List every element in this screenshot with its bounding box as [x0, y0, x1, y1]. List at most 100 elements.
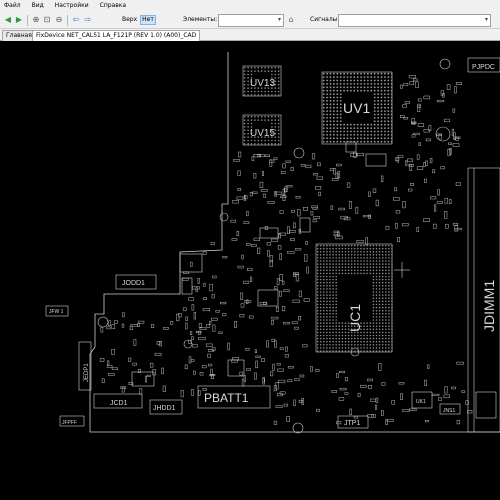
bga-ball: [357, 254, 359, 256]
bga-ball: [384, 137, 386, 140]
bga-ball: [385, 331, 387, 334]
bga-ball: [243, 80, 246, 83]
bga-ball: [343, 123, 345, 126]
bga-ball: [323, 309, 325, 312]
bga-ball: [377, 120, 379, 123]
bga-ball: [388, 322, 390, 324]
bga-ball: [326, 300, 328, 303]
bga-ball: [332, 344, 334, 346]
bga-ball: [277, 139, 280, 142]
bga-ball: [277, 94, 280, 96]
bga-ball: [378, 285, 381, 287]
bga-ball: [372, 285, 375, 287]
bga-ball: [384, 123, 386, 126]
bga-ball: [341, 254, 344, 256]
bga-ball: [388, 328, 390, 331]
bga-ball: [357, 334, 359, 337]
bga-ball: [385, 328, 387, 331]
menu-view[interactable]: Вид: [32, 0, 44, 12]
elements-label: Элементы:: [183, 16, 218, 23]
bga-ball: [277, 70, 280, 72]
bga-ball: [250, 66, 253, 69]
bga-ball: [391, 254, 393, 256]
bga-ball: [338, 337, 341, 340]
label-pjpdc: PJPDC: [472, 64, 495, 71]
bga-ball: [323, 319, 325, 321]
bga-ball: [378, 334, 381, 337]
bga-ball: [377, 89, 379, 92]
menu-settings[interactable]: Настройки: [55, 0, 89, 12]
bga-ball: [316, 340, 319, 343]
bga-ball: [344, 337, 347, 340]
menu-help[interactable]: Справка: [100, 0, 126, 12]
bga-ball: [381, 303, 384, 306]
bga-ball: [372, 322, 375, 324]
tab-home[interactable]: Главная: [2, 30, 36, 41]
bga-ball: [353, 86, 356, 89]
bga-ball: [329, 260, 331, 262]
bga-ball: [346, 86, 349, 89]
bga-ball: [247, 136, 249, 138]
zoom-fit-icon[interactable]: ⊡: [42, 15, 52, 25]
bga-ball: [350, 257, 353, 259]
bga-ball: [344, 347, 347, 349]
bga-ball: [363, 257, 365, 259]
bga-ball: [254, 115, 256, 118]
signals-combobox[interactable]: ▾: [338, 14, 491, 27]
bga-ball: [338, 257, 341, 259]
bga-ball: [381, 309, 384, 312]
bga-ball: [378, 278, 381, 281]
bga-ball: [332, 266, 334, 268]
zoom-in-icon[interactable]: ⊕: [31, 15, 41, 25]
bga-ball: [335, 244, 338, 247]
bga-ball: [387, 113, 390, 116]
flip-left-icon[interactable]: ⇦: [71, 15, 81, 25]
pin-icon[interactable]: ⌂: [286, 15, 296, 25]
bga-ball: [332, 260, 334, 262]
bga-ball: [356, 86, 359, 89]
bga-ball: [373, 93, 376, 95]
bga-ball: [373, 79, 376, 82]
bga-ball: [247, 83, 249, 86]
bga-ball: [360, 251, 362, 253]
bga-ball: [333, 110, 335, 112]
bga-ball: [316, 272, 319, 275]
bga-ball: [343, 127, 345, 129]
bga-ball: [356, 137, 359, 140]
bga-ball: [350, 72, 352, 75]
bga-ball: [243, 77, 246, 79]
bga-ball: [329, 306, 331, 309]
bga-ball: [271, 143, 273, 145]
zoom-out-icon[interactable]: ⊖: [54, 15, 64, 25]
bga-ball: [326, 288, 328, 290]
bga-ball: [387, 89, 390, 92]
bga-ball: [375, 334, 378, 337]
bga-ball: [357, 350, 359, 352]
bga-ball: [375, 328, 378, 331]
bga-ball: [267, 143, 270, 145]
bga-ball: [277, 115, 280, 118]
flip-right-icon[interactable]: ⇨: [83, 15, 93, 25]
bga-ball: [373, 127, 376, 129]
bga-ball: [363, 337, 365, 340]
bga-ball: [344, 272, 347, 275]
forward-arrow-icon[interactable]: ▶: [14, 15, 24, 25]
bga-ball: [332, 291, 334, 293]
bga-ball: [326, 140, 328, 143]
bga-ball: [391, 331, 393, 334]
bga-ball: [363, 86, 366, 89]
board-canvas[interactable]: UV13 UV15 UV1 PJPDC JDIMM1 UC1 JFW 1 JED…: [0, 42, 500, 500]
back-arrow-icon[interactable]: ◀: [3, 15, 13, 25]
menu-file[interactable]: Файл: [4, 0, 21, 12]
bga-ball: [363, 83, 366, 85]
elements-combobox[interactable]: ▾: [218, 14, 284, 27]
bga-ball: [356, 72, 359, 75]
bga-ball: [381, 313, 384, 315]
bga-ball: [354, 263, 356, 265]
bga-ball: [346, 134, 349, 136]
side-toggle-button[interactable]: Нет: [140, 15, 156, 25]
tab-board-file[interactable]: FixDevice NET_CAL51 LA_F121P (REV 1.0) (…: [32, 30, 201, 41]
bga-ball: [388, 291, 390, 293]
bga-ball: [385, 251, 387, 253]
bga-ball: [260, 94, 263, 96]
